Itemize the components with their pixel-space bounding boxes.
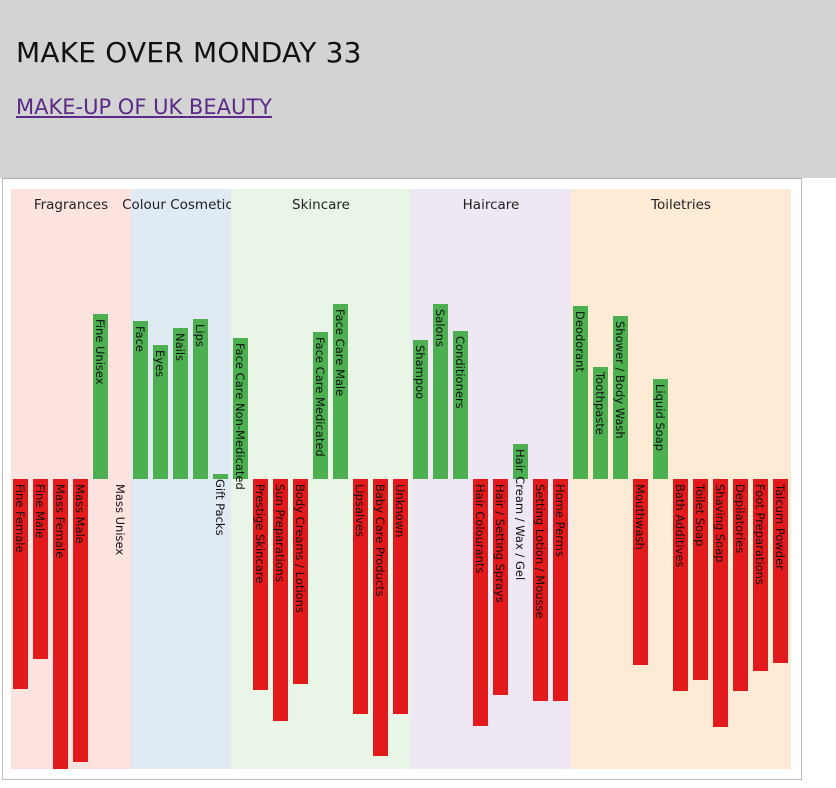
group-label-haircare: Haircare [463, 197, 520, 213]
bar-label-depilatories: Depilatories [733, 484, 747, 553]
bar-label-salons: Salons [433, 309, 447, 347]
bar-label-fine-male: Fine Male [33, 484, 47, 538]
chart-title-link[interactable]: MAKE-UP OF UK BEAUTY [16, 95, 272, 119]
bar-label-hair-colourants: Hair Colourants [473, 484, 487, 573]
bar-label-mass-male: Mass Male [73, 484, 87, 544]
bar-label-talcum-powder: Talcum Powder [773, 483, 787, 570]
group-label-fragrances: Fragrances [34, 197, 108, 213]
bar-label-face: Face [133, 326, 147, 352]
bar-label-fine-female: Fine Female [13, 484, 27, 553]
group-label-toiletries: Toiletries [650, 197, 711, 213]
bar-label-setting-lotion-mousse: Setting Lotion / Mousse [533, 484, 547, 619]
bar-label-home-perms: Home Perms [553, 484, 567, 557]
group-label-colour-cosmetics: Colour Cosmetics [122, 197, 240, 213]
bar-label-toilet-soap: Toilet Soap [693, 483, 707, 546]
bar-label-mouthwash: Mouthwash [633, 484, 647, 550]
bar-label-face-care-medicated: Face Care Medicated [313, 337, 327, 457]
group-label-skincare: Skincare [292, 197, 350, 213]
bar-label-fine-unisex: Fine Unisex [93, 319, 107, 385]
bar-label-face-care-male: Face Care Male [333, 309, 347, 396]
diverging-bar-chart: Fragrances Colour Cosmetics Skincare Hairca… [11, 189, 791, 769]
bar-label-prestige-skincare: Prestige Skincare [253, 484, 267, 583]
bar-label-mass-unisex: Mass Unisex [113, 484, 127, 555]
bar-label-gift-packs: Gift Packs [213, 479, 227, 536]
bar-label-bath-additives: Bath Additives [673, 484, 687, 567]
bar-label-conditioners: Conditioners [453, 336, 467, 409]
bar-label-nails: Nails [173, 333, 187, 361]
bar-label-hair-setting-sprays: Hair / Setting Sprays [493, 484, 507, 603]
bar-label-baby-care-products: Baby Care Products [373, 484, 387, 597]
bar-label-sun-preparations: Sun Preparations [273, 484, 287, 582]
bar-label-eyes: Eyes [153, 350, 167, 377]
bar-label-shaving-soap: Shaving Soap [713, 484, 727, 563]
bar-label-shower-body-wash: Shower / Body Wash [613, 321, 627, 439]
bar-label-deodorant: Deodorant [573, 311, 587, 372]
page-header: MAKE OVER MONDAY 33 MAKE-UP OF UK BEAUTY [0, 0, 836, 178]
bar-label-toothpaste: Toothpaste [593, 371, 607, 435]
bar-label-foot-preparations: Foot Preparations [753, 484, 767, 585]
bar-label-face-care-non-medicated: Face Care Non-Medicated [233, 343, 247, 490]
bar-label-body-creams-lotions: Body Creams / Lotions [293, 484, 307, 613]
bar-label-shampoo: Shampoo [413, 345, 427, 399]
bar-label-liquid-soap: Liquid Soap [653, 384, 667, 451]
bar-label-lipsalves: Lipsalves [353, 484, 367, 537]
bar-label-lips: Lips [193, 324, 207, 347]
page-title: MAKE OVER MONDAY 33 [16, 36, 362, 69]
chart-frame: Fragrances Colour Cosmetics Skincare Hairca… [2, 178, 802, 780]
bar-label-hair-cream-wax-gel: Hair Cream / Wax / Gel [513, 449, 527, 580]
bar-label-unknown: Unknown [393, 484, 407, 537]
bar-label-mass-female: Mass Female [53, 484, 67, 558]
